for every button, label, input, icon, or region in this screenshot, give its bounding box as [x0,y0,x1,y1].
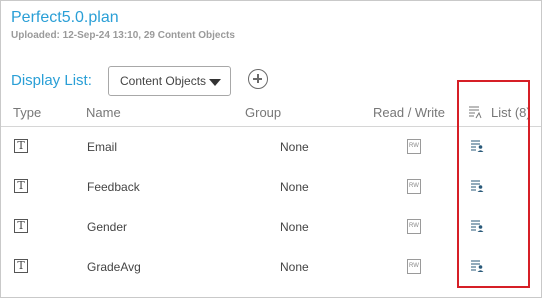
display-list-label: Display List: [11,72,92,89]
read-write-icon[interactable]: RW [407,139,421,154]
display-list-selected: Content Objects [120,74,207,88]
row-group: None [280,220,309,234]
row-group: None [280,140,309,154]
row-name: Email [87,140,118,154]
column-header-type[interactable]: Type [13,105,41,120]
read-write-icon[interactable]: RW [407,179,421,194]
text-type-icon: T [14,219,28,233]
add-icon[interactable] [248,69,268,89]
text-type-icon: T [14,179,28,193]
text-type-icon: T [14,139,28,153]
row-name: Feedback [87,180,140,194]
row-name: GradeAvg [87,260,141,274]
text-type-icon: T [14,259,28,273]
display-list-dropdown[interactable]: Content Objects [108,66,231,96]
column-header-group[interactable]: Group [245,105,281,120]
read-write-icon[interactable]: RW [407,259,421,274]
column-header-name[interactable]: Name [86,105,121,120]
column-header-read-write[interactable]: Read / Write [373,105,445,120]
dropdown-caret-icon [209,79,221,86]
row-group: None [280,260,309,274]
plan-title[interactable]: Perfect5.0.plan [11,9,119,27]
row-name: Gender [87,220,128,234]
row-group: None [280,180,309,194]
list-column-highlight [457,80,530,288]
plan-subtitle: Uploaded: 12-Sep-24 13:10, 29 Content Ob… [11,30,235,41]
read-write-icon[interactable]: RW [407,219,421,234]
